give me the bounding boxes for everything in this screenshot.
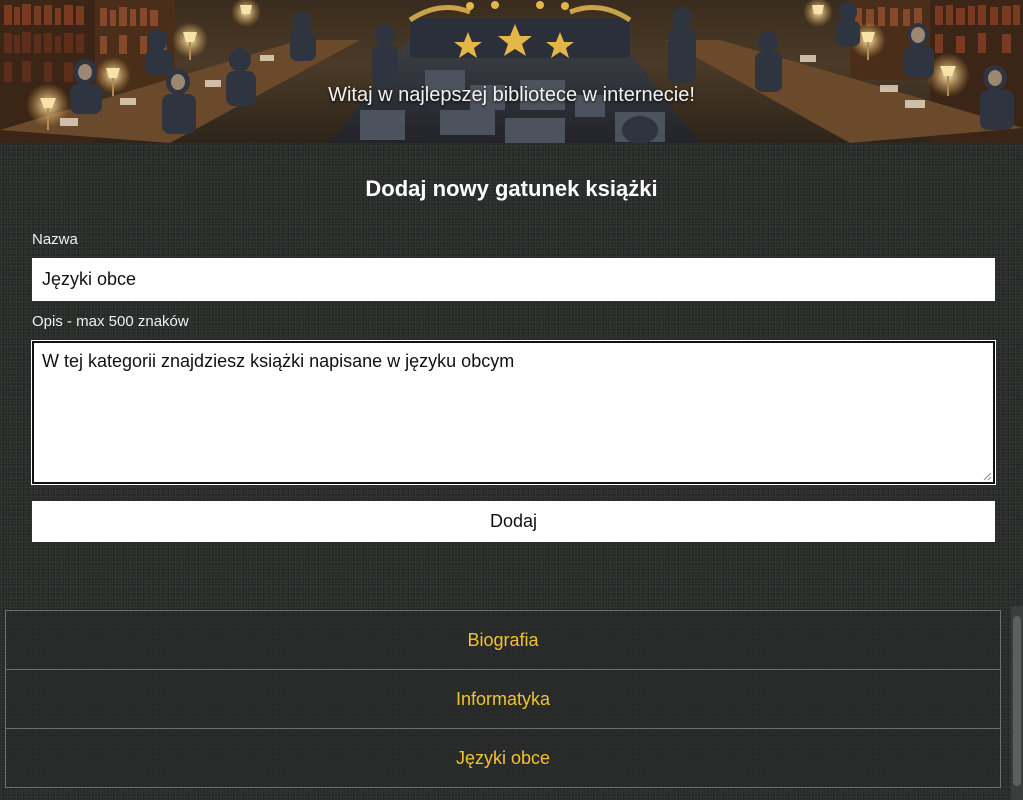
hero-banner: Witaj w najlepszej bibliotece w internec… — [0, 0, 1023, 143]
genre-list: Biografia Informatyka Języki obce — [5, 610, 1001, 788]
name-label: Nazwa — [32, 231, 78, 248]
genre-item-biografia[interactable]: Biografia — [5, 610, 1001, 670]
name-input[interactable] — [32, 258, 995, 301]
scrollbar-thumb[interactable] — [1013, 616, 1021, 786]
welcome-text: Witaj w najlepszej bibliotece w internec… — [328, 84, 695, 106]
genre-item-informatyka[interactable]: Informatyka — [5, 669, 1001, 729]
resize-grip-icon[interactable] — [982, 471, 992, 481]
add-genre-button[interactable]: Dodaj — [32, 501, 995, 542]
description-textarea[interactable]: W tej kategorii znajdziesz książki napis… — [31, 340, 996, 485]
page-scrollbar[interactable] — [1011, 606, 1023, 800]
description-label: Opis - max 500 znaków — [32, 313, 189, 330]
library-hero-image — [0, 0, 1023, 143]
genre-item-jezyki-obce[interactable]: Języki obce — [5, 728, 1001, 788]
form-title: Dodaj nowy gatunek książki — [365, 176, 658, 201]
